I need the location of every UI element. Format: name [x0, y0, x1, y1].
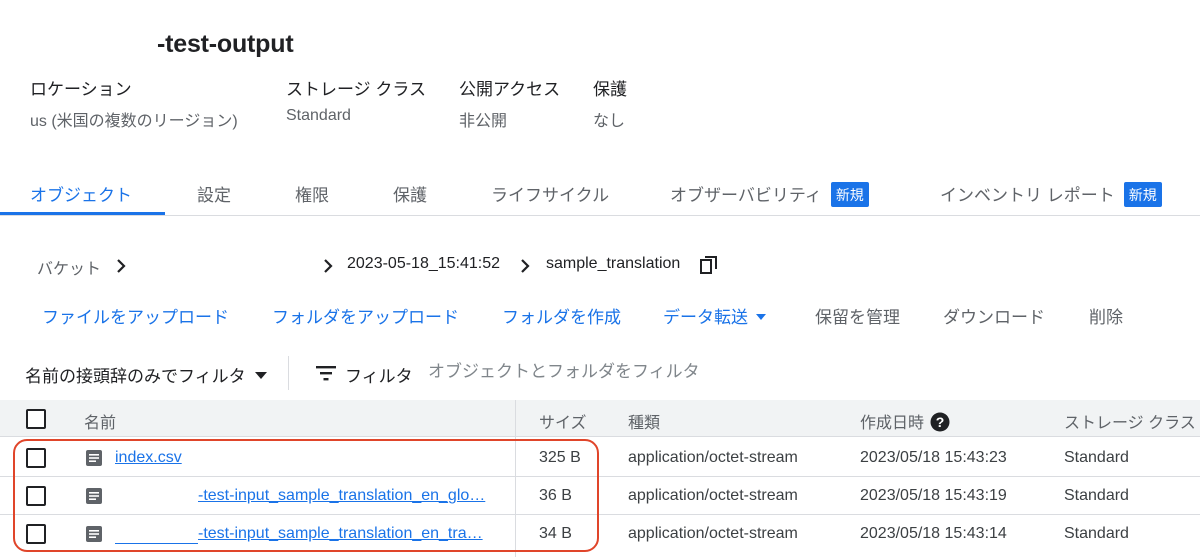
filter-label: フィルタ	[345, 367, 413, 386]
tab-settings[interactable]: 設定	[197, 181, 231, 206]
dropdown-arrow-icon	[254, 372, 267, 379]
file-type: application/octet-stream	[628, 449, 798, 466]
breadcrumb-folder-date[interactable]: 2023-05-18_15:41:52	[347, 255, 500, 273]
tab-objects[interactable]: オブジェクト	[30, 181, 132, 206]
tab-protection[interactable]: 保護	[393, 181, 427, 206]
file-type: application/octet-stream	[628, 525, 798, 542]
create-folder-button[interactable]: フォルダを作成	[502, 303, 621, 328]
prefix-filter-label: 名前の接頭辞のみでフィルタ	[25, 367, 246, 386]
transfer-data-button[interactable]: データ転送	[663, 303, 766, 328]
transfer-data-label: データ転送	[663, 308, 748, 327]
breadcrumb-current-folder: sample_translation	[546, 255, 681, 272]
file-storage-class: Standard	[1064, 449, 1129, 466]
manage-holds-button[interactable]: 保留を管理	[815, 303, 900, 328]
file-created: 2023/05/18 15:43:23	[860, 449, 1007, 466]
filter-icon	[316, 366, 336, 381]
prefix-filter-dropdown[interactable]: 名前の接頭辞のみでフィルタ	[25, 362, 267, 387]
column-header-type[interactable]: 種類	[628, 409, 660, 433]
storage-class-value: Standard	[286, 107, 351, 124]
svg-text:?: ?	[936, 414, 945, 430]
new-badge: 新規	[830, 182, 869, 207]
download-button[interactable]: ダウンロード	[943, 303, 1045, 328]
file-created: 2023/05/18 15:43:19	[860, 487, 1007, 504]
file-storage-class: Standard	[1064, 487, 1129, 504]
tab-inventory-reports[interactable]: インベントリ レポート 新規	[940, 181, 1162, 207]
copy-icon[interactable]	[700, 256, 718, 274]
dropdown-arrow-icon	[756, 314, 766, 320]
filter-input[interactable]	[428, 358, 1128, 386]
chevron-right-icon	[117, 259, 126, 273]
help-icon[interactable]: ?	[930, 412, 950, 432]
delete-button[interactable]: 削除	[1089, 303, 1123, 328]
column-header-storage-class[interactable]: ストレージ クラス	[1064, 409, 1196, 433]
tabs-divider	[0, 215, 1200, 216]
public-access-value: 非公開	[459, 113, 508, 130]
protection-label: 保護	[593, 80, 627, 99]
highlight-annotation	[13, 439, 599, 552]
upload-files-button[interactable]: ファイルをアップロード	[42, 303, 229, 328]
location-label: ロケーション	[30, 80, 132, 99]
chevron-right-icon	[324, 259, 333, 273]
file-type: application/octet-stream	[628, 487, 798, 504]
file-storage-class: Standard	[1064, 525, 1129, 542]
chevron-right-icon	[521, 259, 530, 273]
column-header-created[interactable]: 作成日時 ?	[860, 409, 950, 433]
column-header-size[interactable]: サイズ	[539, 409, 587, 433]
column-header-name[interactable]: 名前	[84, 409, 116, 433]
tab-observability[interactable]: オブザーバビリティ 新規	[670, 181, 869, 207]
table-header	[0, 400, 1200, 437]
bucket-title: -test-output	[157, 30, 294, 58]
tab-inventory-label: インベントリ レポート	[940, 186, 1115, 205]
tab-permissions[interactable]: 権限	[295, 181, 329, 206]
file-created: 2023/05/18 15:43:14	[860, 525, 1007, 542]
protection-value: なし	[593, 113, 626, 130]
storage-class-label: ストレージ クラス	[286, 80, 427, 99]
select-all-checkbox[interactable]	[26, 409, 46, 429]
column-header-created-label: 作成日時	[860, 415, 925, 432]
filter-divider	[288, 356, 289, 390]
public-access-label: 公開アクセス	[459, 80, 561, 99]
breadcrumb-buckets[interactable]: バケット	[37, 255, 101, 279]
new-badge: 新規	[1123, 182, 1162, 207]
tab-lifecycle[interactable]: ライフサイクル	[491, 181, 609, 206]
upload-folder-button[interactable]: フォルダをアップロード	[272, 303, 459, 328]
location-value: us (米国の複数のリージョン)	[30, 113, 238, 130]
tab-observability-label: オブザーバビリティ	[670, 186, 822, 205]
